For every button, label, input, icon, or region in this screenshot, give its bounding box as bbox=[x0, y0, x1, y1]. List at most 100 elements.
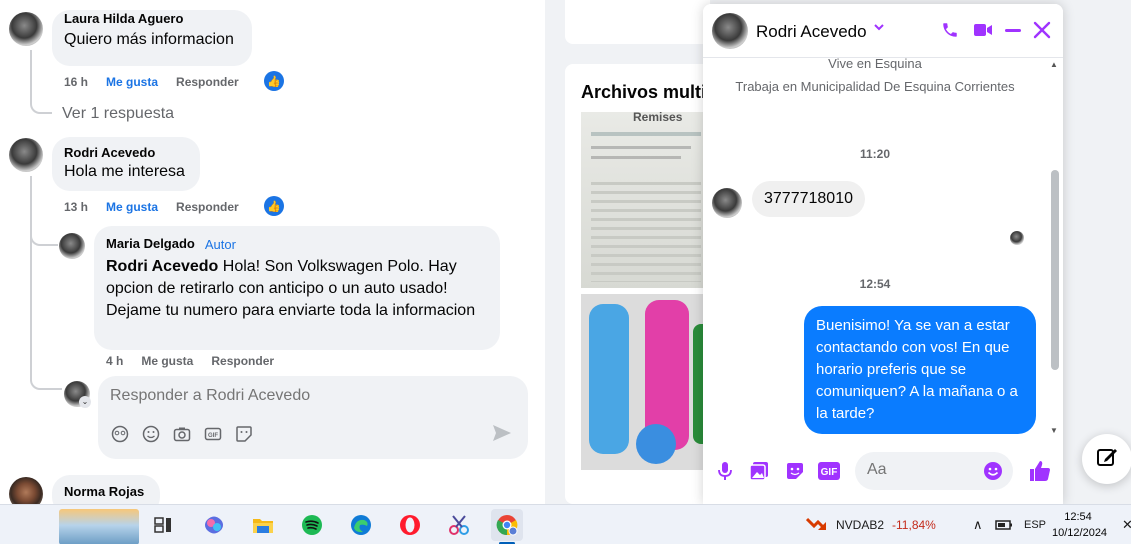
timestamp: 12:54 bbox=[859, 277, 891, 291]
avatar[interactable] bbox=[9, 477, 43, 504]
comment-bubble: Laura Hilda Aguero Quiero más informacio… bbox=[52, 10, 252, 66]
messenger-chat-window: Rodri Acevedo Vive en Esquina Trabaja en… bbox=[703, 4, 1063, 504]
stock-down-icon bbox=[805, 516, 828, 535]
scrollbar-thumb[interactable] bbox=[1051, 170, 1059, 370]
comment-time[interactable]: 4 h bbox=[106, 354, 123, 368]
reply-input[interactable] bbox=[110, 384, 490, 408]
message-input-wrapper bbox=[855, 452, 1013, 490]
gif-icon[interactable]: GIF bbox=[203, 424, 222, 443]
avatar[interactable] bbox=[9, 138, 43, 172]
reply-bubble: Maria Delgado Autor Rodri Acevedo Hola! … bbox=[94, 226, 500, 350]
notification-icon[interactable]: ✕ bbox=[1122, 505, 1131, 544]
comment-text: Hola me interesa bbox=[64, 163, 185, 180]
snipping-tool-icon[interactable] bbox=[443, 509, 475, 541]
camera-icon[interactable] bbox=[172, 424, 191, 443]
comment-text: Quiero más informacion bbox=[64, 31, 234, 48]
thread-curve bbox=[30, 370, 62, 390]
like-reaction-icon[interactable]: 👍 bbox=[264, 196, 284, 216]
comment-time[interactable]: 16 h bbox=[64, 75, 88, 89]
phone-icon[interactable] bbox=[941, 21, 959, 44]
opera-icon[interactable] bbox=[394, 509, 426, 541]
like-link[interactable]: Me gusta bbox=[106, 200, 158, 214]
emoji-icon[interactable] bbox=[983, 461, 1003, 486]
view-replies-link[interactable]: Ver 1 respuesta bbox=[62, 105, 174, 123]
comment-author[interactable]: Norma Rojas bbox=[64, 484, 148, 500]
like-reaction-icon[interactable]: 👍 bbox=[264, 71, 284, 91]
avatar[interactable] bbox=[9, 12, 43, 46]
chat-header: Rodri Acevedo bbox=[703, 4, 1063, 58]
incoming-message[interactable]: 3777718010 bbox=[752, 181, 865, 217]
scroll-up-icon[interactable]: ▲ bbox=[1050, 60, 1058, 69]
compose-icon bbox=[1096, 446, 1118, 473]
chevron-up-icon[interactable]: ∧ bbox=[973, 505, 983, 544]
comment-time[interactable]: 13 h bbox=[64, 200, 88, 214]
clock[interactable]: 12:54 10/12/2024 bbox=[1052, 509, 1108, 541]
profile-info-work: Trabaja en Municipalidad De Esquina Corr… bbox=[735, 79, 1015, 94]
edge-icon[interactable] bbox=[345, 509, 377, 541]
spotify-icon[interactable] bbox=[296, 509, 328, 541]
sticker-icon[interactable] bbox=[784, 460, 806, 482]
chat-composer: GIF bbox=[703, 444, 1063, 504]
minimize-icon[interactable] bbox=[1005, 29, 1021, 32]
reply-link[interactable]: Responder bbox=[176, 200, 239, 214]
avatar-sticker-icon[interactable] bbox=[110, 424, 129, 443]
comment-bubble: Rodri Acevedo Hola me interesa bbox=[52, 137, 200, 191]
media-thumbnail[interactable] bbox=[581, 294, 710, 470]
scroll-down-icon[interactable]: ▼ bbox=[1050, 426, 1058, 435]
weather-widget[interactable] bbox=[59, 509, 139, 544]
close-icon[interactable] bbox=[1033, 21, 1051, 44]
thumbnail-caption: Remises bbox=[633, 112, 683, 124]
profile-info-location: Vive en Esquina bbox=[828, 58, 922, 71]
emoji-icon[interactable] bbox=[141, 424, 160, 443]
chrome-icon[interactable] bbox=[491, 509, 523, 541]
reply-link[interactable]: Responder bbox=[211, 354, 274, 368]
avatar[interactable] bbox=[59, 233, 85, 259]
task-view-icon[interactable] bbox=[147, 509, 179, 541]
comment-author[interactable]: Laura Hilda Aguero bbox=[64, 11, 240, 27]
comment-actions: 16 h Me gusta Responder bbox=[64, 75, 239, 89]
video-call-icon[interactable] bbox=[973, 22, 993, 43]
like-link[interactable]: Me gusta bbox=[141, 354, 193, 368]
chevron-down-icon[interactable]: ⌄ bbox=[79, 396, 91, 408]
svg-text:GIF: GIF bbox=[208, 433, 218, 439]
svg-text:GIF: GIF bbox=[821, 467, 838, 478]
message-input[interactable] bbox=[867, 461, 977, 479]
comments-panel: Laura Hilda Aguero Quiero más informacio… bbox=[0, 0, 545, 504]
sticker-icon[interactable] bbox=[234, 424, 253, 443]
comment-actions: 4 h Me gusta Responder bbox=[106, 354, 274, 368]
like-link[interactable]: Me gusta bbox=[106, 75, 158, 89]
thread-line bbox=[30, 176, 32, 376]
stock-widget[interactable]: NVDAB2 -11,84% bbox=[805, 505, 936, 544]
file-explorer-icon[interactable] bbox=[247, 509, 279, 541]
media-section: Archivos multi Remises bbox=[565, 0, 710, 504]
mention-link[interactable]: Rodri Acevedo bbox=[106, 258, 218, 275]
language-indicator[interactable]: ESP bbox=[1024, 505, 1046, 544]
thread-curve bbox=[30, 96, 52, 114]
media-card: Archivos multi Remises bbox=[565, 64, 710, 504]
gif-icon[interactable]: GIF bbox=[818, 460, 840, 482]
microphone-icon[interactable] bbox=[714, 460, 736, 482]
comment-bubble: Norma Rojas bbox=[52, 475, 160, 504]
clock-date: 10/12/2024 bbox=[1052, 527, 1108, 539]
scrollbar[interactable]: ▲ ▼ bbox=[1047, 58, 1063, 438]
new-message-button[interactable] bbox=[1082, 434, 1131, 484]
copilot-icon[interactable] bbox=[198, 509, 230, 541]
author-badge: Autor bbox=[204, 236, 236, 252]
clock-time: 12:54 bbox=[1064, 511, 1092, 523]
comment-author[interactable]: Maria Delgado bbox=[106, 236, 195, 252]
media-thumbnail[interactable]: Remises bbox=[581, 112, 710, 288]
chevron-down-icon[interactable] bbox=[873, 20, 885, 38]
outgoing-message[interactable]: Buenisimo! Ya se van a estar contactando… bbox=[804, 306, 1036, 434]
network-battery-icon[interactable] bbox=[995, 505, 1013, 544]
chat-avatar[interactable] bbox=[712, 13, 748, 49]
comment-actions: 13 h Me gusta Responder bbox=[64, 200, 239, 214]
send-icon[interactable] bbox=[492, 424, 512, 447]
gallery-icon[interactable] bbox=[748, 460, 770, 482]
chat-contact-name[interactable]: Rodri Acevedo bbox=[756, 22, 867, 42]
thumbs-up-icon[interactable] bbox=[1027, 458, 1053, 484]
seen-avatar bbox=[1010, 231, 1024, 245]
reply-link[interactable]: Responder bbox=[176, 75, 239, 89]
sender-avatar[interactable] bbox=[712, 188, 742, 218]
stock-name: NVDAB2 bbox=[836, 518, 885, 532]
comment-author[interactable]: Rodri Acevedo bbox=[64, 145, 188, 161]
